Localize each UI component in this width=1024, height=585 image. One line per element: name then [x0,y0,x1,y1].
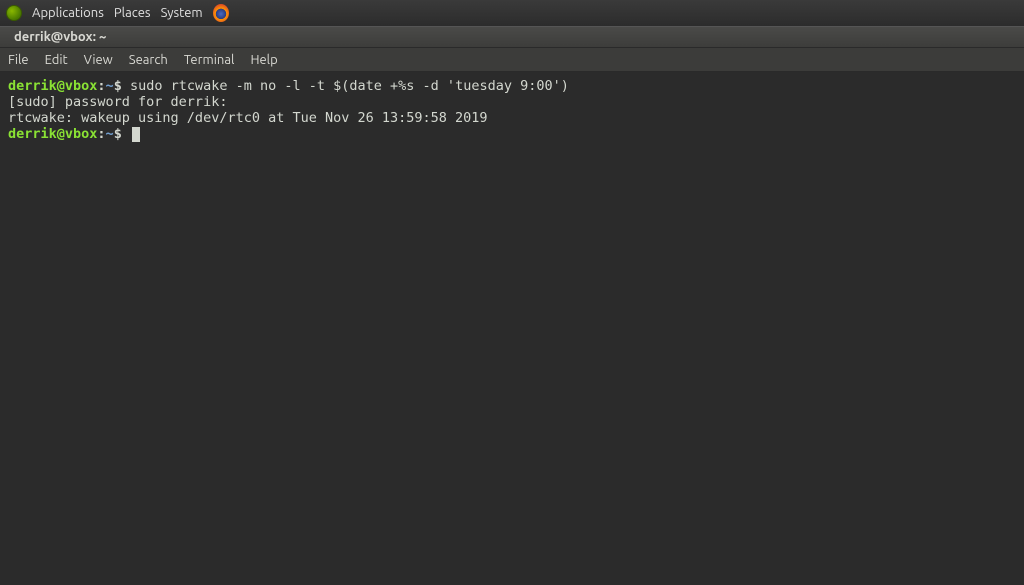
panel-places[interactable]: Places [114,6,151,20]
prompt-dollar: $ [114,126,122,142]
prompt-path: ~ [106,126,114,142]
gnome-logo-icon[interactable] [6,5,22,21]
output-line-2: [sudo] password for derrik: [8,94,1016,110]
window-title-bar[interactable]: derrik@vbox: ~ [0,26,1024,48]
terminal-output[interactable]: derrik@vbox:~$ sudo rtcwake -m no -l -t … [0,72,1024,585]
panel-applications[interactable]: Applications [32,6,104,20]
menu-edit[interactable]: Edit [45,53,68,67]
menu-search[interactable]: Search [129,53,168,67]
command-line-4 [122,126,130,142]
menu-help[interactable]: Help [250,53,277,67]
menu-view[interactable]: View [84,53,113,67]
command-line-1: sudo rtcwake -m no -l -t $(date +%s -d '… [122,78,569,94]
menu-bar: File Edit View Search Terminal Help [0,48,1024,72]
prompt-dollar: $ [114,78,122,94]
prompt-path: ~ [106,78,114,94]
prompt-colon: : [97,78,105,94]
prompt-user: derrik@vbox [8,78,97,94]
panel-system[interactable]: System [161,6,203,20]
top-panel: Applications Places System [0,0,1024,26]
cursor-block [132,127,140,142]
menu-terminal[interactable]: Terminal [184,53,235,67]
prompt-user: derrik@vbox [8,126,97,142]
prompt-colon: : [97,126,105,142]
output-line-3: rtcwake: wakeup using /dev/rtc0 at Tue N… [8,110,1016,126]
menu-file[interactable]: File [8,53,29,67]
firefox-icon[interactable] [213,5,229,21]
window-title: derrik@vbox: ~ [14,30,106,44]
